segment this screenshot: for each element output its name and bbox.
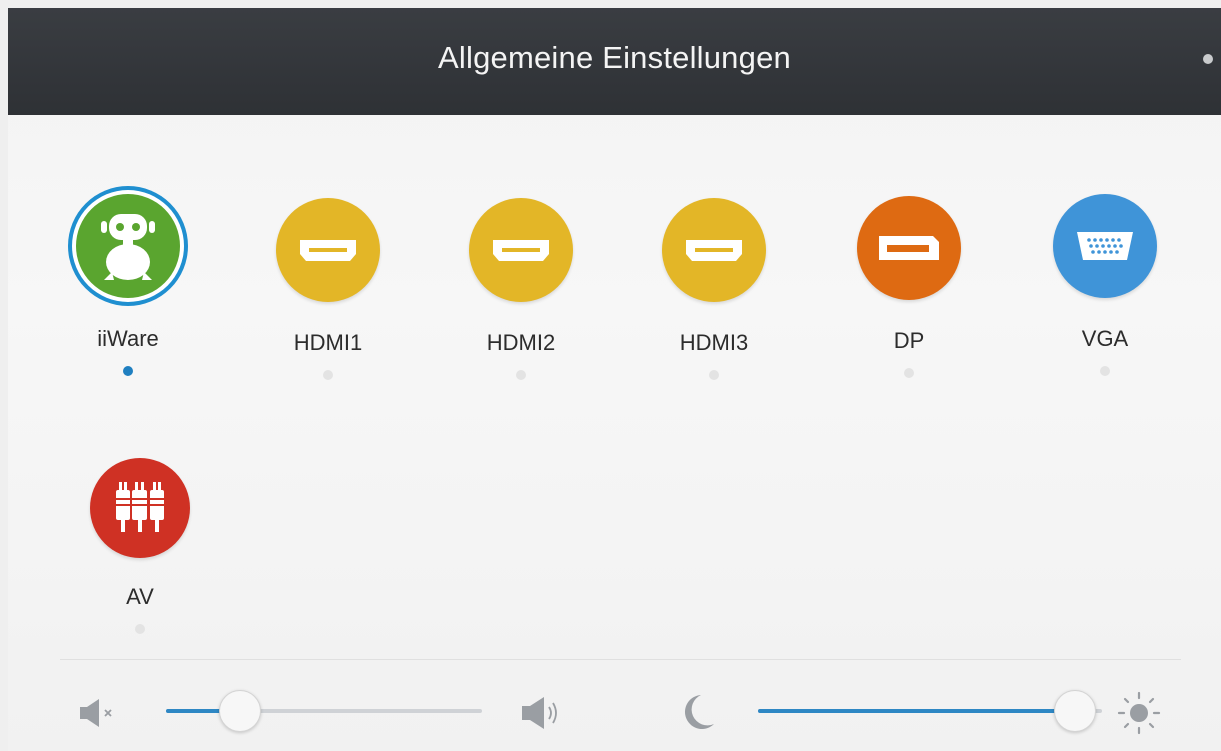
brightness-slider-fill <box>758 709 1075 713</box>
selection-indicator <box>323 370 333 380</box>
source-label: AV <box>126 584 154 609</box>
selection-indicator <box>904 368 914 378</box>
source-vga[interactable]: VGA <box>1030 194 1180 376</box>
source-label: VGA <box>1081 326 1129 351</box>
moon-icon[interactable] <box>676 692 716 732</box>
source-dp[interactable]: DP <box>834 196 984 378</box>
hdmi-port-icon <box>662 198 766 302</box>
selection-indicator <box>709 370 719 380</box>
robot-icon <box>76 194 180 298</box>
status-dot <box>1203 54 1213 64</box>
source-label: HDMI2 <box>486 330 556 355</box>
source-label: DP <box>893 328 925 353</box>
volume-slider-thumb[interactable] <box>218 690 261 732</box>
speaker-mute-icon[interactable] <box>78 698 118 728</box>
rca-plugs-icon <box>90 458 190 558</box>
source-iiware[interactable]: iiWare <box>53 194 203 376</box>
brightness-slider-thumb[interactable] <box>1054 690 1097 732</box>
source-av[interactable]: AV <box>65 458 215 634</box>
source-label: iiWare <box>97 326 159 351</box>
selection-indicator <box>516 370 526 380</box>
source-hdmi3[interactable]: HDMI3 <box>639 198 789 380</box>
source-label: HDMI3 <box>679 330 749 355</box>
displayport-icon <box>857 196 961 300</box>
brightness-slider[interactable] <box>758 690 1102 732</box>
source-hdmi2[interactable]: HDMI2 <box>446 198 596 380</box>
selection-indicator <box>135 624 145 634</box>
source-hdmi1[interactable]: HDMI1 <box>253 198 403 380</box>
page-title: Allgemeine Einstellungen <box>438 40 791 75</box>
selection-indicator <box>123 366 133 376</box>
hdmi-port-icon <box>469 198 573 302</box>
hdmi-port-icon <box>276 198 380 302</box>
divider <box>60 659 1181 660</box>
sun-icon[interactable] <box>1117 691 1161 735</box>
header-bar: Allgemeine Einstellungen <box>8 8 1221 115</box>
selection-indicator <box>1100 366 1110 376</box>
volume-slider[interactable] <box>166 690 482 732</box>
vga-port-icon <box>1053 194 1157 298</box>
settings-screen: Allgemeine Einstellungen iiWare HDMI1 HD… <box>8 8 1221 751</box>
source-label: HDMI1 <box>293 330 363 355</box>
speaker-loud-icon[interactable] <box>520 696 566 730</box>
